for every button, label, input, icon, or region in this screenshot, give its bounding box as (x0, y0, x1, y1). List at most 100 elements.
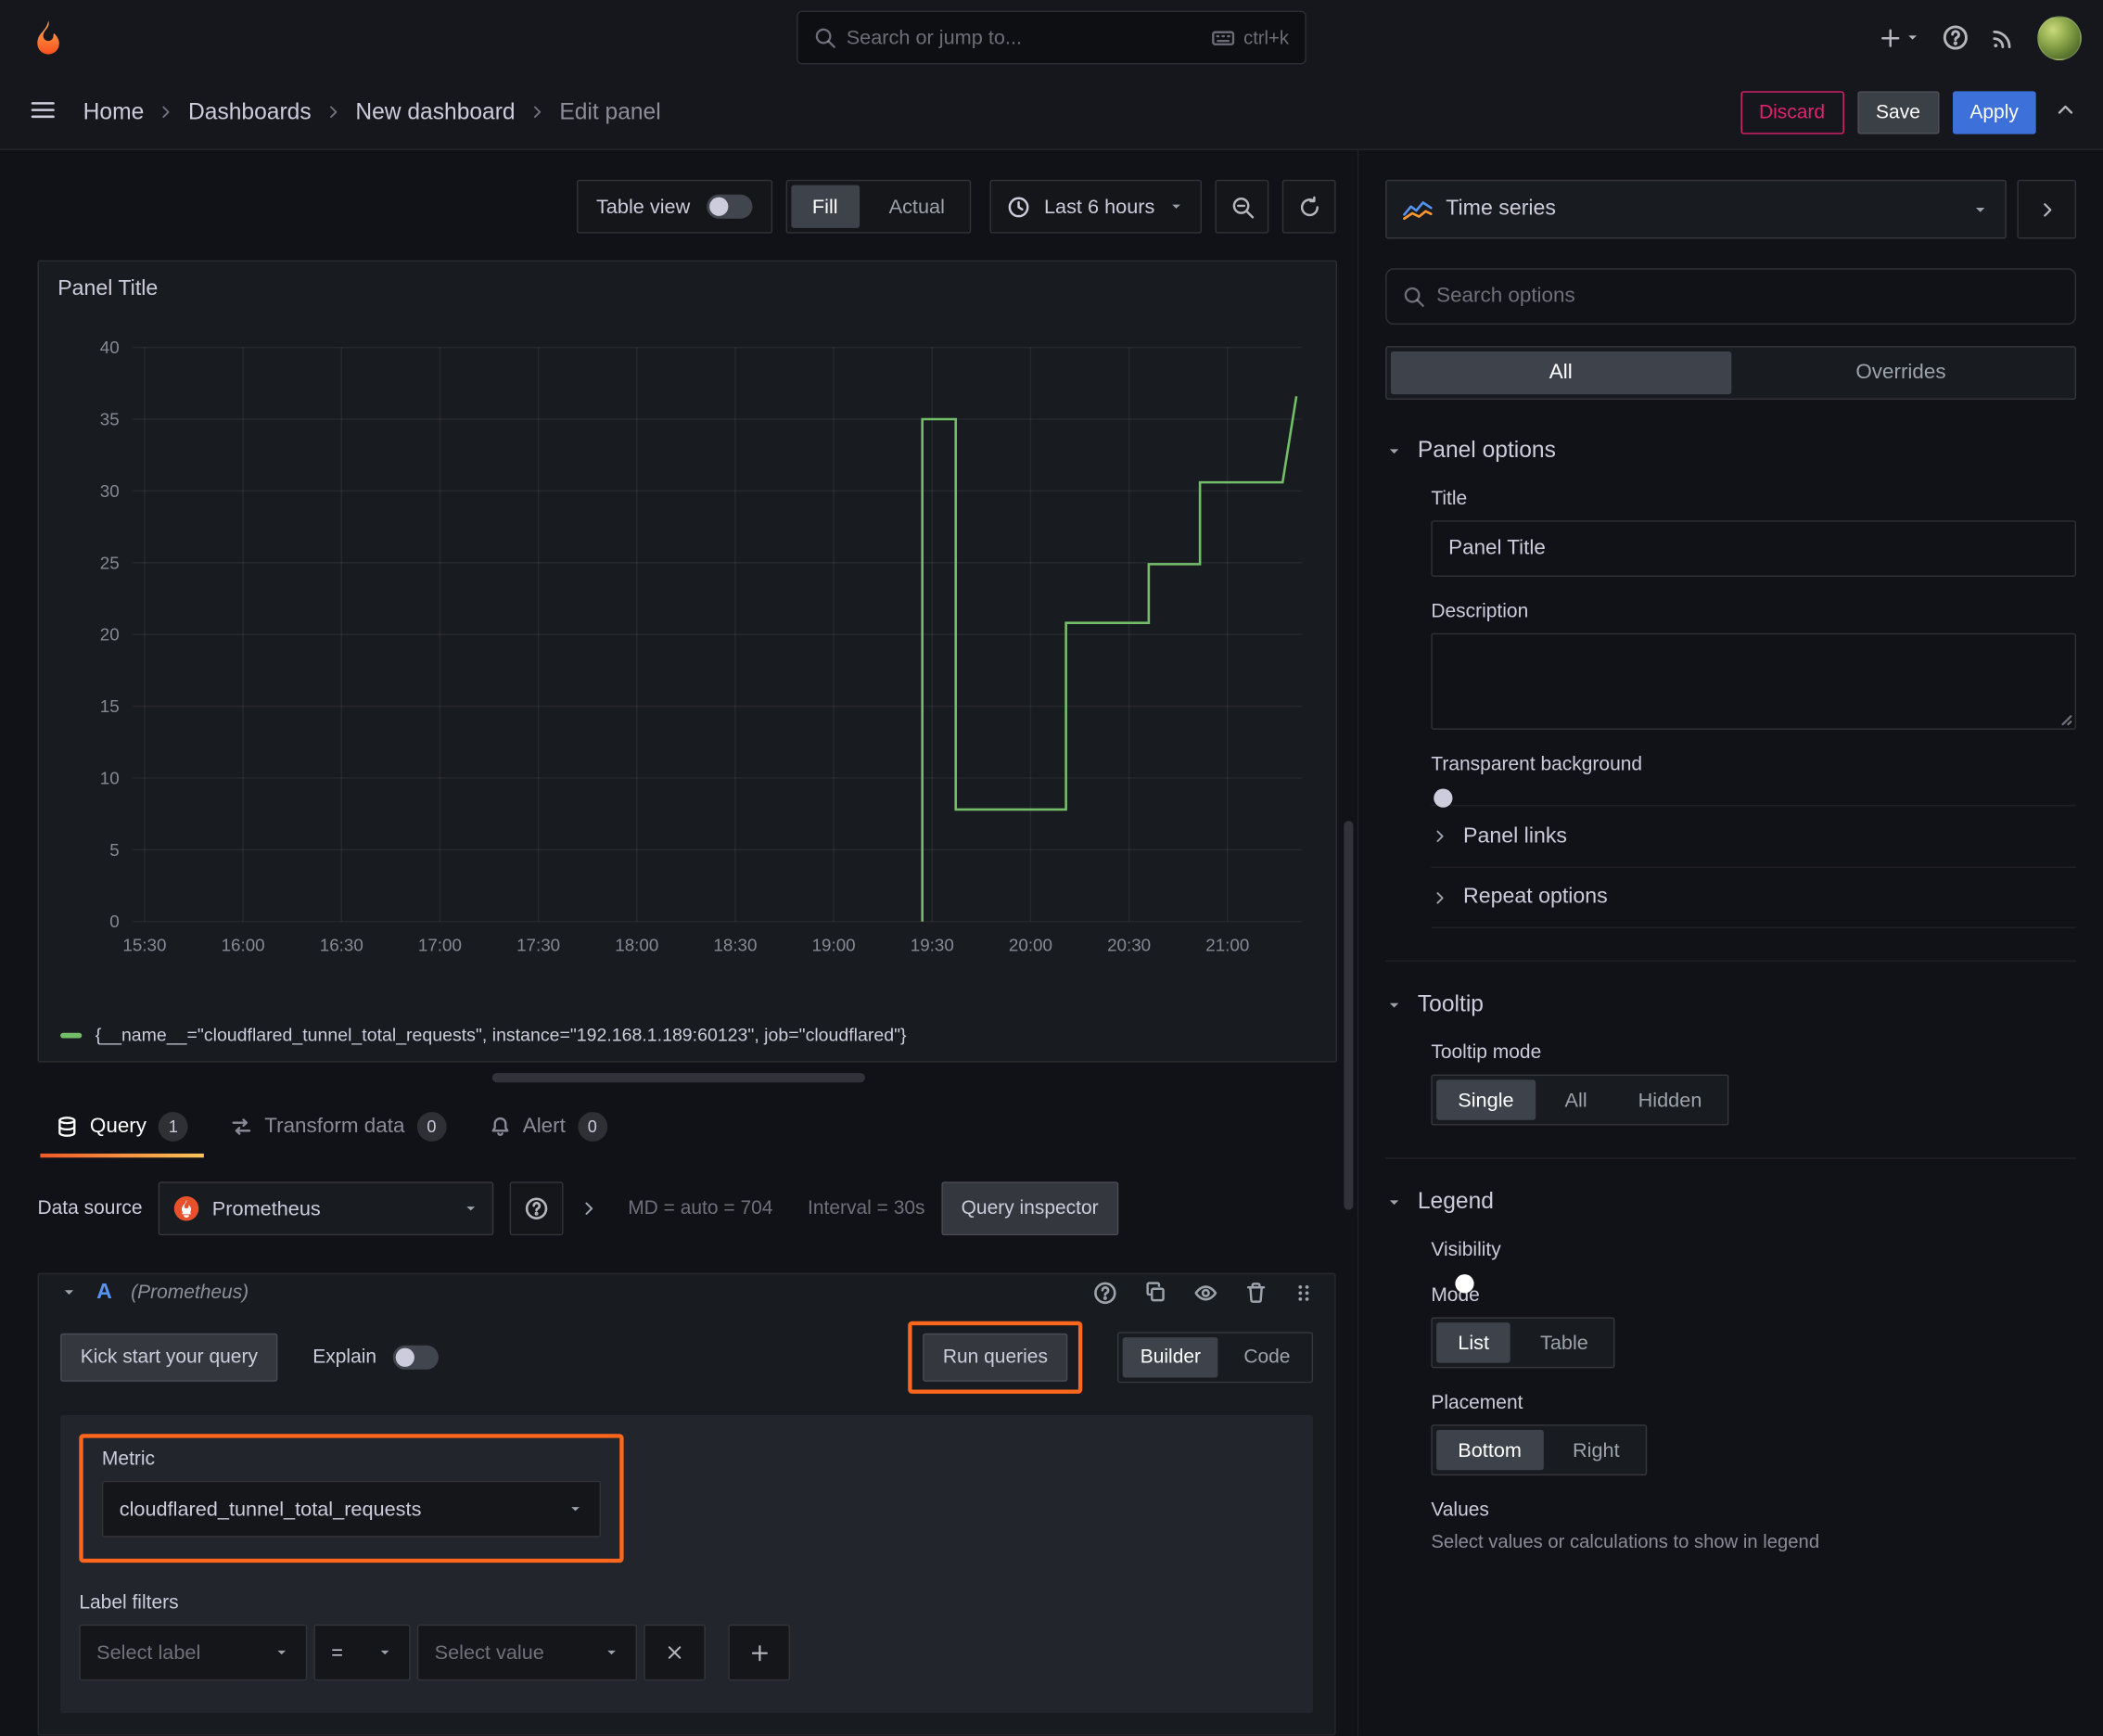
options-search[interactable] (1385, 268, 2077, 326)
repeat-options-collapse[interactable]: Repeat options (1431, 866, 2077, 928)
new-menu-button[interactable] (1879, 26, 1920, 49)
legend-series-label[interactable]: {__name__="cloudflared_tunnel_total_requ… (96, 1025, 907, 1045)
placement-option-right[interactable]: Right (1551, 1430, 1641, 1470)
tab-all[interactable]: All (1390, 351, 1731, 395)
code-option[interactable]: Code (1227, 1337, 1308, 1377)
collapse-query-chevron-icon[interactable] (60, 1283, 78, 1301)
panel-title[interactable]: Panel Title (39, 262, 1336, 318)
metric-label: Metric (101, 1449, 156, 1471)
tooltip-header[interactable]: Tooltip (1385, 991, 2076, 1018)
actual-option[interactable]: Actual (867, 185, 966, 228)
interval-stat: Interval = 30s (808, 1197, 925, 1219)
help-button[interactable] (1942, 24, 1969, 51)
chevron-down-icon (376, 1644, 392, 1660)
options-search-input[interactable] (1436, 284, 2059, 309)
time-range-picker[interactable]: Last 6 hours (990, 179, 1202, 234)
user-avatar[interactable] (2037, 15, 2082, 60)
table-view-toggle[interactable] (706, 194, 752, 219)
values-help-text: Select values or calculations to show in… (1431, 1530, 1820, 1552)
transform-count-badge: 0 (416, 1112, 447, 1142)
select-label-dropdown[interactable]: Select label (79, 1624, 308, 1681)
zoom-out-button[interactable] (1215, 179, 1269, 234)
drag-handle-icon[interactable] (1294, 1282, 1313, 1303)
svg-text:21:00: 21:00 (1205, 936, 1249, 955)
query-inspector-button[interactable]: Query inspector (940, 1181, 1119, 1236)
tab-query[interactable]: Query 1 (38, 1096, 208, 1158)
panel-edit-area: Table view Fill Actual Last 6 hours Pane… (0, 150, 1357, 1736)
tooltip-title: Tooltip (1417, 990, 1484, 1017)
remove-filter-button[interactable] (644, 1624, 706, 1681)
mode-label: Mode (1431, 1284, 1480, 1307)
panel-options-section: Panel options Title Description (1385, 438, 2077, 928)
svg-text:10: 10 (100, 768, 120, 787)
apply-button[interactable]: Apply (1952, 90, 2036, 134)
breadcrumb-dashboards[interactable]: Dashboards (188, 98, 312, 125)
kickstart-query-button[interactable]: Kick start your query (60, 1333, 278, 1382)
legend-title: Legend (1417, 1188, 1494, 1215)
mode-option-list[interactable]: List (1436, 1322, 1511, 1363)
legend-placement-segmented: Bottom Right (1431, 1424, 1647, 1476)
query-help-icon[interactable] (1093, 1281, 1117, 1305)
keyboard-icon (1211, 27, 1235, 48)
select-value-dropdown[interactable]: Select value (416, 1624, 638, 1681)
panel-title-input[interactable] (1431, 520, 2077, 577)
tab-alert[interactable]: Alert 0 (470, 1096, 626, 1158)
duplicate-query-icon[interactable] (1144, 1281, 1167, 1304)
tab-transform[interactable]: Transform data 0 (212, 1096, 465, 1158)
panel-links-collapse[interactable]: Panel links (1431, 804, 2077, 867)
save-button[interactable]: Save (1856, 90, 1940, 134)
resize-handle-icon[interactable] (2058, 712, 2072, 726)
grafana-logo[interactable] (21, 11, 75, 65)
query-toolbar: Kick start your query Explain Run querie… (39, 1310, 1334, 1410)
operator-dropdown[interactable]: = (313, 1624, 411, 1681)
datasource-bar: Data source Prometheus MD = auto = 704 I… (0, 1157, 1357, 1254)
horizontal-scrollbar[interactable] (491, 1073, 865, 1083)
title-label: Title (1431, 488, 1468, 510)
expand-stats-chevron-icon[interactable] (580, 1199, 598, 1218)
chart-area[interactable]: 0 5 10 15 20 25 30 35 40 15:30 16:00 16:30 17:00 17:3… (39, 318, 1336, 1019)
global-search[interactable]: ctrl+k (797, 10, 1306, 65)
svg-text:15:30: 15:30 (122, 936, 166, 955)
description-textarea[interactable] (1431, 632, 2077, 730)
news-feed-button[interactable] (1991, 25, 2016, 50)
delete-query-trash-icon[interactable] (1244, 1281, 1268, 1304)
metric-select[interactable]: cloudflared_tunnel_total_requests (101, 1480, 601, 1538)
transform-icon (231, 1116, 252, 1137)
label-filters-row: Select label = Select value (79, 1624, 1294, 1681)
vertical-scrollbar[interactable] (1344, 821, 1354, 1210)
menu-toggle-button[interactable] (21, 88, 64, 135)
fill-option[interactable]: Fill (790, 185, 860, 228)
global-search-input[interactable] (846, 26, 1201, 49)
datasource-picker[interactable]: Prometheus (158, 1181, 494, 1236)
tooltip-mode-label: Tooltip mode (1431, 1041, 1542, 1065)
breadcrumb-new-dashboard[interactable]: New dashboard (355, 98, 515, 125)
run-queries-button[interactable]: Run queries (923, 1333, 1068, 1382)
select-value-placeholder: Select value (434, 1640, 544, 1665)
tooltip-option-single[interactable]: Single (1436, 1079, 1536, 1120)
hide-response-eye-icon[interactable] (1193, 1281, 1217, 1305)
refresh-button[interactable] (1281, 179, 1336, 234)
explain-toggle[interactable] (392, 1345, 439, 1370)
panel-options-header[interactable]: Panel options (1385, 438, 2076, 465)
svg-text:18:30: 18:30 (713, 936, 757, 955)
tooltip-option-all[interactable]: All (1543, 1079, 1608, 1119)
query-ref-id[interactable]: A (96, 1281, 112, 1305)
chevron-down-icon (1385, 1194, 1403, 1211)
placement-option-bottom[interactable]: Bottom (1436, 1429, 1544, 1471)
query-count-badge: 1 (158, 1112, 188, 1142)
tooltip-option-hidden[interactable]: Hidden (1616, 1079, 1723, 1119)
discard-button[interactable]: Discard (1740, 90, 1844, 134)
mode-option-table[interactable]: Table (1519, 1322, 1610, 1362)
tab-overrides[interactable]: Overrides (1731, 351, 2071, 394)
bell-icon (490, 1116, 511, 1137)
collapse-header-button[interactable] (2049, 94, 2082, 130)
breadcrumb-home[interactable]: Home (83, 98, 145, 125)
legend-header[interactable]: Legend (1385, 1189, 2076, 1216)
collapse-options-pane-button[interactable] (2017, 179, 2077, 239)
zoom-out-icon (1230, 195, 1254, 218)
add-filter-button[interactable] (728, 1624, 790, 1681)
builder-option[interactable]: Builder (1122, 1337, 1218, 1378)
visualization-picker[interactable]: Time series (1385, 179, 2007, 239)
chevron-right-icon (1431, 827, 1448, 845)
datasource-help-button[interactable] (509, 1181, 564, 1236)
